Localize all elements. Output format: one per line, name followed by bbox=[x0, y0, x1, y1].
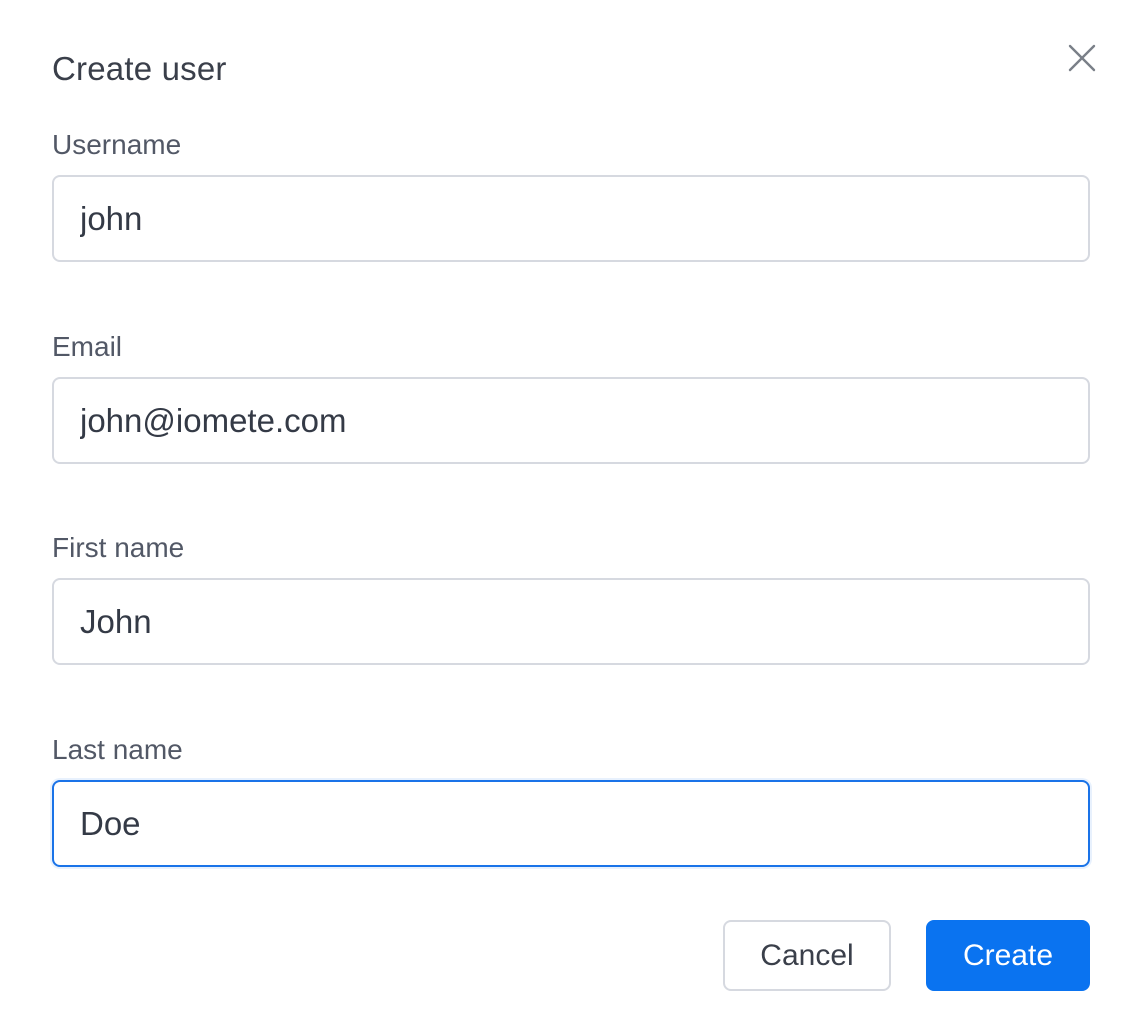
first-name-input[interactable] bbox=[52, 578, 1090, 665]
close-icon bbox=[1067, 43, 1097, 78]
dialog-title: Create user bbox=[52, 50, 227, 87]
cancel-button[interactable]: Cancel bbox=[723, 920, 891, 991]
close-button[interactable] bbox=[1062, 40, 1102, 80]
create-user-dialog: Create user Username Email First name La… bbox=[0, 0, 1142, 1030]
email-input[interactable] bbox=[52, 377, 1090, 464]
email-label: Email bbox=[52, 331, 123, 362]
last-name-label: Last name bbox=[52, 734, 183, 765]
username-label: Username bbox=[52, 129, 182, 160]
username-input[interactable] bbox=[52, 175, 1090, 262]
create-button[interactable]: Create bbox=[926, 920, 1090, 991]
last-name-input[interactable] bbox=[52, 780, 1090, 867]
first-name-label: First name bbox=[52, 532, 185, 563]
